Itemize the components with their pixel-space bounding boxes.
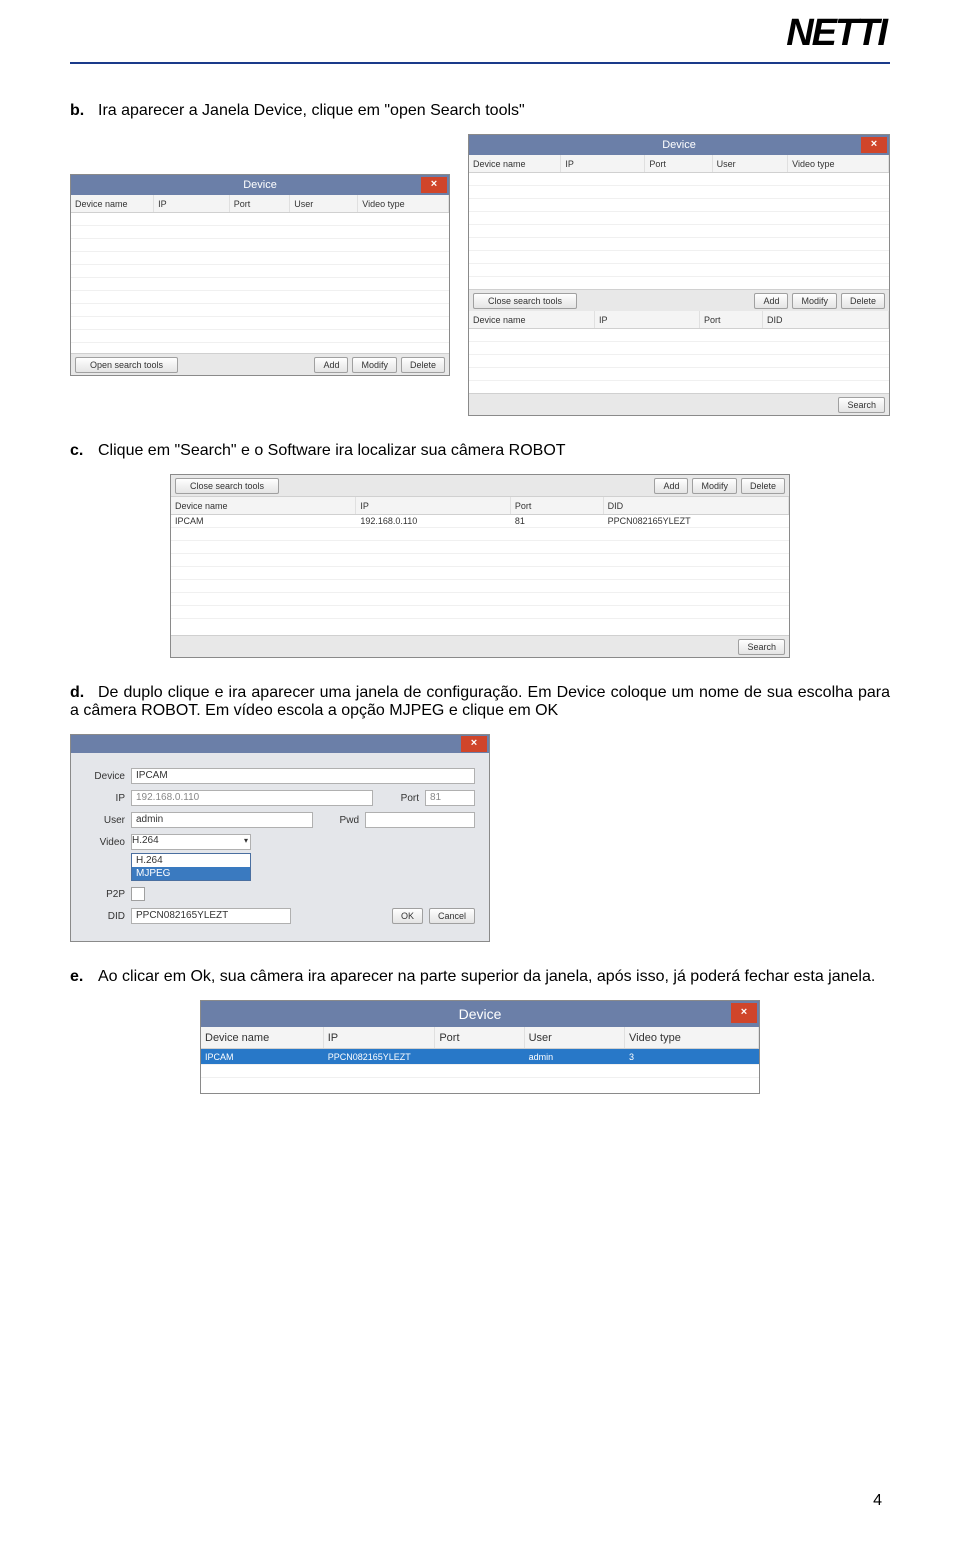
toolbar-bottom: Open search tools Add Modify Delete xyxy=(71,353,449,375)
close-icon[interactable]: × xyxy=(731,1003,757,1023)
port-label: Port xyxy=(379,793,419,804)
toolbar-search: Search xyxy=(171,635,789,657)
instruction-c: c.Clique em "Search" e o Software ira lo… xyxy=(70,442,890,460)
close-icon[interactable]: × xyxy=(861,137,887,153)
window-titlebar: Device × xyxy=(469,135,889,155)
video-label: Video xyxy=(85,837,125,848)
p2p-label: P2P xyxy=(85,889,125,900)
page-number: 4 xyxy=(873,1492,882,1510)
modify-button[interactable]: Modify xyxy=(692,478,737,494)
toolbar-search: Search xyxy=(469,393,889,415)
chevron-down-icon: ▾ xyxy=(244,836,248,845)
ip-field[interactable]: 192.168.0.110 xyxy=(131,790,373,806)
search-button[interactable]: Search xyxy=(738,639,785,655)
dropdown-option-h264[interactable]: H.264 xyxy=(132,854,250,867)
ok-button[interactable]: OK xyxy=(392,908,423,924)
modify-button[interactable]: Modify xyxy=(792,293,837,309)
instruction-e: e.Ao clicar em Ok, sua câmera ira aparec… xyxy=(70,968,890,986)
user-field[interactable]: admin xyxy=(131,812,313,828)
device-field[interactable]: IPCAM xyxy=(131,768,475,784)
table-header: Device nameIP PortUser Video type xyxy=(469,155,889,173)
close-search-tools-button[interactable]: Close search tools xyxy=(175,478,279,494)
delete-button[interactable]: Delete xyxy=(401,357,445,373)
search-button[interactable]: Search xyxy=(838,397,885,413)
did-field[interactable]: PPCN082165YLEZT xyxy=(131,908,291,924)
device-label: Device xyxy=(85,771,125,782)
table-header: Device nameIP PortUser Video type xyxy=(201,1027,759,1049)
add-button[interactable]: Add xyxy=(754,293,788,309)
delete-button[interactable]: Delete xyxy=(841,293,885,309)
port-field[interactable]: 81 xyxy=(425,790,475,806)
device-table-empty xyxy=(469,173,889,289)
device-table-final: IPCAM PPCN082165YLEZT admin 3 xyxy=(201,1049,759,1093)
search-result-window: Close search tools Add Modify Delete Dev… xyxy=(170,474,790,658)
window-titlebar: Device × xyxy=(71,175,449,195)
device-config-dialog: × Device IPCAM IP 192.168.0.110 Port 81 … xyxy=(70,734,490,942)
close-icon[interactable]: × xyxy=(461,736,487,752)
dialog-titlebar: × xyxy=(71,735,489,753)
instruction-d: d.De duplo clique e ira aparecer uma jan… xyxy=(70,684,890,720)
video-select[interactable]: H.264 ▾ xyxy=(131,834,251,850)
search-table-header: Device nameIP PortDID xyxy=(171,497,789,515)
add-button[interactable]: Add xyxy=(654,478,688,494)
dropdown-option-mjpeg[interactable]: MJPEG xyxy=(132,867,250,880)
brand-logo: NETTI xyxy=(786,12,886,55)
add-button[interactable]: Add xyxy=(314,357,348,373)
device-window-expanded: Device × Device nameIP PortUser Video ty… xyxy=(468,134,890,416)
search-result-table: IPCAM 192.168.0.110 81 PPCN082165YLEZT xyxy=(171,515,789,635)
pwd-label: Pwd xyxy=(319,815,359,826)
instruction-b: b.Ira aparecer a Janela Device, clique e… xyxy=(70,102,890,120)
video-dropdown-list: H.264 MJPEG xyxy=(131,853,251,881)
close-icon[interactable]: × xyxy=(421,177,447,193)
pwd-field[interactable] xyxy=(365,812,475,828)
device-window-open-search: Device × Device nameIP PortUser Video ty… xyxy=(70,174,450,376)
search-table-empty xyxy=(469,329,889,393)
open-search-tools-button[interactable]: Open search tools xyxy=(75,357,178,373)
toolbar-middle: Close search tools Add Modify Delete xyxy=(469,289,889,311)
device-window-final: Device × Device nameIP PortUser Video ty… xyxy=(200,1000,760,1094)
toolbar-middle: Close search tools Add Modify Delete xyxy=(171,475,789,497)
modify-button[interactable]: Modify xyxy=(352,357,397,373)
header-rule xyxy=(70,62,890,64)
close-search-tools-button[interactable]: Close search tools xyxy=(473,293,577,309)
table-row[interactable]: IPCAM 192.168.0.110 81 PPCN082165YLEZT xyxy=(171,515,789,528)
window-titlebar: Device × xyxy=(201,1001,759,1027)
did-label: DID xyxy=(85,911,125,922)
ip-label: IP xyxy=(85,793,125,804)
search-table-header: Device nameIP PortDID xyxy=(469,311,889,329)
delete-button[interactable]: Delete xyxy=(741,478,785,494)
cancel-button[interactable]: Cancel xyxy=(429,908,475,924)
p2p-checkbox[interactable] xyxy=(131,887,145,901)
table-header: Device nameIP PortUser Video type xyxy=(71,195,449,213)
table-row[interactable]: IPCAM PPCN082165YLEZT admin 3 xyxy=(201,1049,759,1065)
device-table-empty xyxy=(71,213,449,353)
user-label: User xyxy=(85,815,125,826)
